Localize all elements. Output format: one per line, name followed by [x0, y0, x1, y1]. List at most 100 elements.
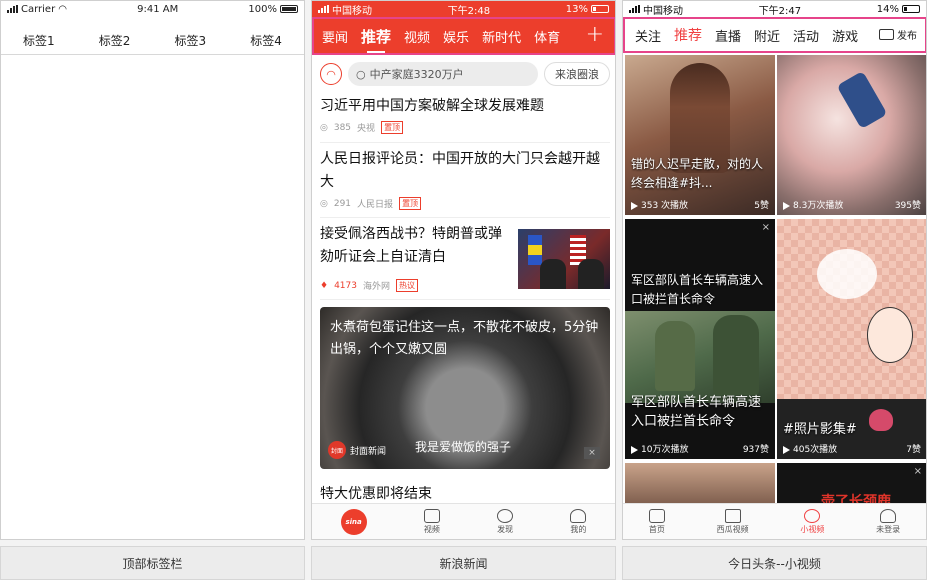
add-channel-button[interactable]: + — [586, 22, 604, 47]
news-item[interactable]: 接受佩洛西战书？特朗普或弹劾听证会上自证清白 ♦ 4173 海外网 热议 — [320, 223, 510, 292]
video-tile[interactable]: 错的人迟早走散，对的人终会相逢#抖... 353 次播放 5赞 — [625, 55, 775, 215]
close-icon[interactable]: × — [762, 222, 770, 233]
search-placeholder: 中产家庭3320万户 — [369, 68, 464, 81]
nav-item[interactable]: 直播 — [715, 26, 741, 45]
comment-icon: ◎ — [320, 122, 328, 133]
nav-item[interactable]: 要闻 — [322, 27, 348, 46]
publish-button[interactable]: 发布 — [875, 27, 917, 42]
play-outline-icon — [724, 508, 741, 523]
nav-item[interactable]: 视频 — [404, 27, 430, 46]
video-icon — [423, 508, 440, 523]
tile-likes: 7赞 — [906, 445, 921, 455]
panel-toutiao-video: 中国移动 下午2:47 14% 关注 推荐 直播 附近 活动 游戏 发布 错的人… — [622, 0, 927, 540]
tile-plays: 405次播放 — [793, 445, 838, 455]
short-video-icon — [804, 508, 821, 523]
source-logo: 封面 — [328, 441, 346, 459]
news-title: 人民日报评论员：中国开放的大门只会越开越大 — [320, 151, 600, 190]
nav-item[interactable]: 附近 — [754, 26, 780, 45]
tab-label: 我的 — [570, 524, 587, 534]
news-tag: 置顶 — [381, 121, 404, 134]
user-icon — [570, 508, 587, 523]
divider — [320, 142, 610, 143]
hot-icon: ♦ — [320, 280, 329, 291]
nav-item[interactable]: 游戏 — [832, 26, 858, 45]
video-tile[interactable] — [625, 463, 775, 507]
tile-title: #照片影集# — [783, 422, 857, 437]
tab-label: 西瓜视频 — [716, 524, 749, 534]
tab-me[interactable]: 我的 — [570, 508, 587, 535]
video-tile[interactable]: 8.3万次播放 395赞 — [777, 55, 926, 215]
tab-label: 发现 — [497, 524, 514, 534]
battery-icon — [590, 5, 609, 13]
panel-sina-news: 中国移动 下午2:48 13% 要闻 推荐 视频 娱乐 新时代 体育 + ◠ ○… — [311, 0, 616, 540]
tile-title: 错的人迟早走散，对的人终会相逢#抖... — [631, 157, 764, 190]
news-count: 4173 — [334, 280, 357, 291]
battery-label: 14% — [876, 3, 899, 15]
nav-item-active[interactable]: 推荐 — [674, 25, 702, 45]
flag-shape — [528, 235, 542, 265]
dismiss-icon[interactable]: × — [584, 447, 600, 459]
time-label: 下午2:47 — [758, 5, 802, 17]
nav-item[interactable]: 关注 — [635, 26, 661, 45]
video-tile[interactable]: × 壶了长颈鹿 — [777, 463, 926, 507]
planet-icon — [497, 508, 514, 523]
tab-video[interactable]: 视频 — [423, 508, 440, 535]
nav-item[interactable]: 体育 — [534, 27, 560, 46]
search-row: ◠ ○ 中产家庭3320万户 来浪圈浪 — [320, 61, 610, 87]
carrier-label: 中国移动 — [643, 5, 683, 17]
tab-short-video[interactable]: 小视频 — [800, 508, 824, 535]
signal-icon — [318, 5, 329, 13]
tab-2[interactable]: 标签2 — [99, 32, 131, 49]
battery-icon — [279, 5, 298, 13]
signal-icon — [629, 5, 640, 13]
tile-likes: 937赞 — [742, 445, 769, 455]
tile-title: 军区部队首长车辆高速入口被拦首长命令 — [631, 395, 762, 429]
video-tile[interactable]: × 军区部队首长车辆高速入口被拦首长命令 军区部队首长车辆高速入口被拦首长命令 … — [625, 219, 775, 459]
news-tag: 热议 — [396, 279, 418, 292]
divider — [320, 299, 610, 300]
status-bar: 中国移动 下午2:47 14% — [623, 1, 926, 17]
sina-logo-icon: sina — [340, 508, 367, 535]
signal-icon — [7, 5, 18, 13]
video-tile[interactable]: × #照片影集# 405次播放7赞 — [777, 219, 926, 459]
tab-home[interactable]: 首页 — [648, 508, 665, 535]
status-bar: 中国移动 下午2:48 13% — [312, 1, 615, 17]
tab-1[interactable]: 标签1 — [23, 32, 55, 49]
channel-nav: 关注 推荐 直播 附近 活动 游戏 发布 — [623, 17, 926, 53]
news-title: 接受佩洛西战书？特朗普或弹劾听证会上自证清白 — [320, 226, 502, 265]
caption-sina-news: 新浪新闻 — [311, 546, 616, 580]
nav-item[interactable]: 活动 — [793, 26, 819, 45]
close-icon[interactable]: × — [914, 466, 922, 477]
headphone-icon[interactable]: ◠ — [320, 63, 342, 85]
nav-item[interactable]: 娱乐 — [443, 27, 469, 46]
nav-item[interactable]: 新时代 — [482, 27, 521, 46]
tab-xigua[interactable]: 西瓜视频 — [716, 508, 749, 535]
bottom-tab-bar: 首页 西瓜视频 小视频 未登录 — [623, 503, 926, 539]
tool-shape — [836, 70, 888, 130]
home-icon — [648, 508, 665, 523]
search-icon: ○ — [356, 67, 366, 81]
tab-4[interactable]: 标签4 — [250, 32, 282, 49]
header: 中国移动 下午2:48 13% 要闻 推荐 视频 娱乐 新时代 体育 + — [312, 1, 615, 55]
play-icon — [783, 445, 790, 454]
tab-label: 首页 — [648, 524, 665, 534]
news-item[interactable]: 人民日报评论员：中国开放的大门只会越开越大 ◎ 291 人民日报 置顶 — [320, 148, 610, 210]
video-card[interactable]: 水煮荷包蛋记住这一点，不散花不破皮，5分钟出锅，个个又嫩又圆 封面 封面新闻 我是… — [320, 307, 610, 469]
tab-discover[interactable]: 发现 — [497, 508, 514, 535]
tab-3[interactable]: 标签3 — [175, 32, 207, 49]
news-count: 291 — [333, 198, 352, 209]
wifi-icon: ◠ — [58, 3, 67, 15]
search-input[interactable]: ○ 中产家庭3320万户 — [348, 62, 538, 86]
circle-button[interactable]: 来浪圈浪 — [544, 62, 610, 86]
publish-label: 发布 — [897, 31, 917, 42]
tab-bar: 标签1 标签2 标签3 标签4 — [1, 27, 304, 55]
news-item[interactable]: 习近平用中国方案破解全球发展难题 ◎ 385 央视 置顶 — [320, 95, 610, 134]
tab-profile[interactable]: 未登录 — [876, 508, 900, 535]
tile-likes: 5赞 — [754, 201, 769, 211]
tab-home[interactable]: sina — [340, 508, 367, 535]
nav-item-active[interactable]: 推荐 — [361, 26, 391, 53]
video-title: 水煮荷包蛋记住这一点，不散花不破皮，5分钟出锅，个个又嫩又圆 — [330, 320, 599, 357]
play-icon — [783, 201, 790, 210]
video-source: 封面新闻 — [350, 446, 387, 457]
news-thumbnail[interactable] — [518, 229, 610, 289]
